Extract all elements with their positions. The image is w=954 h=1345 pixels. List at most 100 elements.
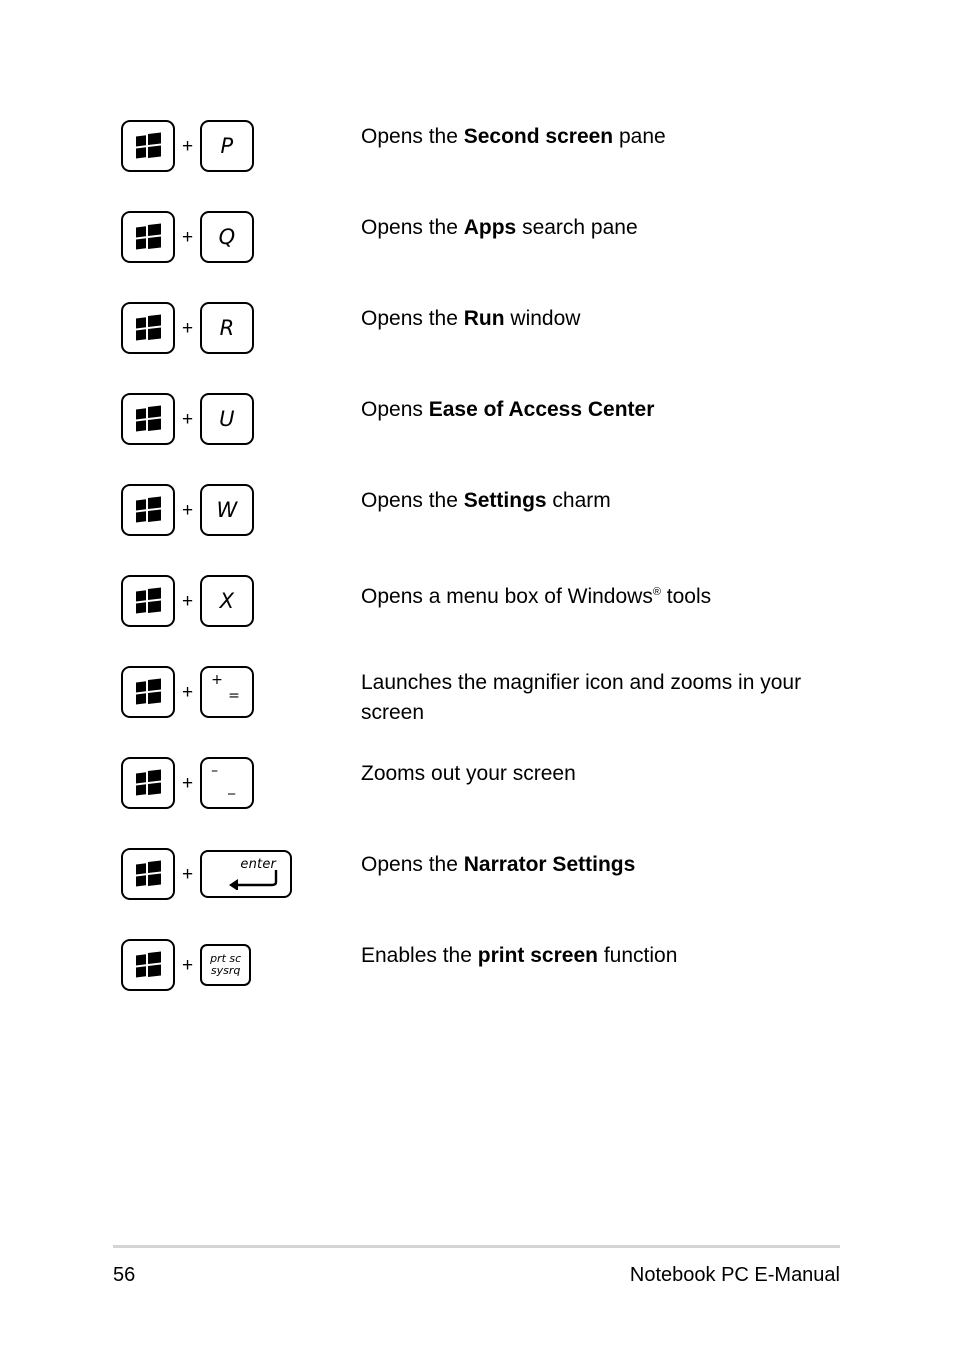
plus-separator: + (182, 226, 194, 248)
windows-logo-icon (135, 769, 161, 796)
plus-separator: + (182, 772, 194, 794)
windows-logo-icon (135, 951, 161, 978)
key-label: P (220, 134, 234, 158)
plus-separator: + (182, 499, 194, 521)
description-text: Launches the magnifier icon and zooms in… (361, 671, 802, 724)
key-lower-legend: _ (228, 779, 236, 795)
letter-key-x: X (200, 575, 255, 627)
windows-logo-icon (135, 405, 161, 432)
key-label: U (219, 407, 236, 431)
windows-key (121, 393, 175, 445)
key-label-group: prt sc sysrq (210, 953, 241, 977)
windows-key (121, 120, 175, 172)
letter-key-w: W (200, 484, 255, 536)
key-combination: + – _ (121, 745, 361, 821)
key-combination: + prt sc sysrq (121, 927, 361, 1003)
description-text-suffix: charm (546, 489, 611, 512)
key-upper-legend: + (211, 672, 224, 688)
keyboard-shortcut-list: + P Opens the Second screen pane + Q Opens th… (121, 108, 881, 1018)
enter-key-glyph-group: enter (220, 857, 282, 891)
document-title: Notebook PC E-Manual (629, 1264, 840, 1286)
shortcut-row: + Q Opens the Apps search pane (121, 199, 881, 290)
description-text-suffix: pane (613, 125, 666, 148)
description-text: Opens the (361, 853, 464, 876)
shortcut-row: + – _ Zooms out your screen (121, 745, 881, 836)
shortcut-row: + P Opens the Second screen pane (121, 108, 881, 199)
key-label: X (219, 589, 235, 613)
key-lower-legend: = (228, 688, 241, 704)
key-label: W (216, 498, 238, 522)
registered-trademark-mark: ® (652, 586, 661, 598)
description-text: Opens the (361, 489, 464, 512)
windows-key (121, 302, 175, 354)
key-label: Q (218, 225, 236, 249)
shortcut-row: + enter Opens the Narrator Settings (121, 836, 881, 927)
shortcut-row: + W Opens the Settings charm (121, 472, 881, 563)
description-text: Opens the (361, 125, 464, 148)
key-combination: + X (121, 563, 361, 639)
plus-separator: + (182, 954, 194, 976)
windows-key (121, 848, 175, 900)
windows-logo-icon (135, 860, 161, 887)
shortcut-description: Opens the Apps search pane (361, 199, 831, 243)
description-emphasis: Run (463, 307, 505, 330)
shortcut-description: Opens the Run window (361, 290, 831, 334)
page-footer: 56 Notebook PC E-Manual (113, 1245, 840, 1287)
shortcut-description: Launches the magnifier icon and zooms in… (361, 654, 831, 728)
key-upper-legend: – (211, 763, 219, 779)
description-text-suffix: tools (660, 585, 712, 608)
windows-logo-icon (135, 132, 161, 159)
shortcut-description: Opens Ease of Access Center (361, 381, 831, 425)
description-emphasis: Settings (463, 489, 547, 512)
description-text-suffix: window (504, 307, 581, 330)
plus-separator: + (182, 408, 194, 430)
description-emphasis: print screen (477, 944, 598, 967)
shortcut-description: Opens the Narrator Settings (361, 836, 831, 880)
key-combination: + U (121, 381, 361, 457)
enter-return-arrow-icon (220, 870, 280, 895)
description-emphasis: Ease of Access Center (428, 398, 655, 421)
key-combination: + Q (121, 199, 361, 275)
shortcut-description: Zooms out your screen (361, 745, 831, 789)
windows-logo-icon (135, 496, 161, 523)
footer-divider (113, 1245, 840, 1248)
description-text: Opens the (361, 216, 464, 239)
shortcut-description: Opens the Settings charm (361, 472, 831, 516)
description-text-suffix: search pane (516, 216, 638, 239)
key-combination: + + = (121, 654, 361, 730)
windows-logo-icon (135, 587, 161, 614)
description-emphasis: Apps (463, 216, 517, 239)
description-emphasis: Second screen (463, 125, 614, 148)
shortcut-description: Enables the print screen function (361, 927, 831, 971)
letter-key-r: R (200, 302, 255, 354)
description-text: Opens a menu box of Windows (361, 585, 653, 608)
description-text: Enables the (361, 944, 478, 967)
windows-key (121, 666, 175, 718)
description-text: Opens the (361, 307, 464, 330)
letter-key-q: Q (200, 211, 255, 263)
letter-key-u: U (200, 393, 255, 445)
windows-logo-icon (135, 223, 161, 250)
key-combination: + R (121, 290, 361, 366)
dual-legend-key-7: – _ (200, 757, 255, 809)
plus-separator: + (182, 863, 194, 885)
description-text: Zooms out your screen (361, 762, 576, 785)
windows-key (121, 939, 175, 991)
windows-logo-icon (135, 678, 161, 705)
description-text: Opens (361, 398, 429, 421)
windows-logo-icon (135, 314, 161, 341)
key-combination: + W (121, 472, 361, 548)
dual-legend-key-6: + = (200, 666, 255, 718)
shortcut-row: + prt sc sysrq Enables the print screen fun… (121, 927, 881, 1018)
shortcut-row: + R Opens the Run window (121, 290, 881, 381)
shortcut-row: + X Opens a menu box of Windows® tools (121, 563, 881, 654)
description-text-suffix: function (597, 944, 678, 967)
windows-key (121, 575, 175, 627)
windows-key (121, 757, 175, 809)
key-combination: + P (121, 108, 361, 184)
plus-separator: + (182, 681, 194, 703)
key-label: R (219, 316, 235, 340)
key-label-line2: sysrq (210, 964, 241, 977)
shortcut-description: Opens a menu box of Windows® tools (361, 563, 831, 612)
shortcut-description: Opens the Second screen pane (361, 108, 831, 152)
